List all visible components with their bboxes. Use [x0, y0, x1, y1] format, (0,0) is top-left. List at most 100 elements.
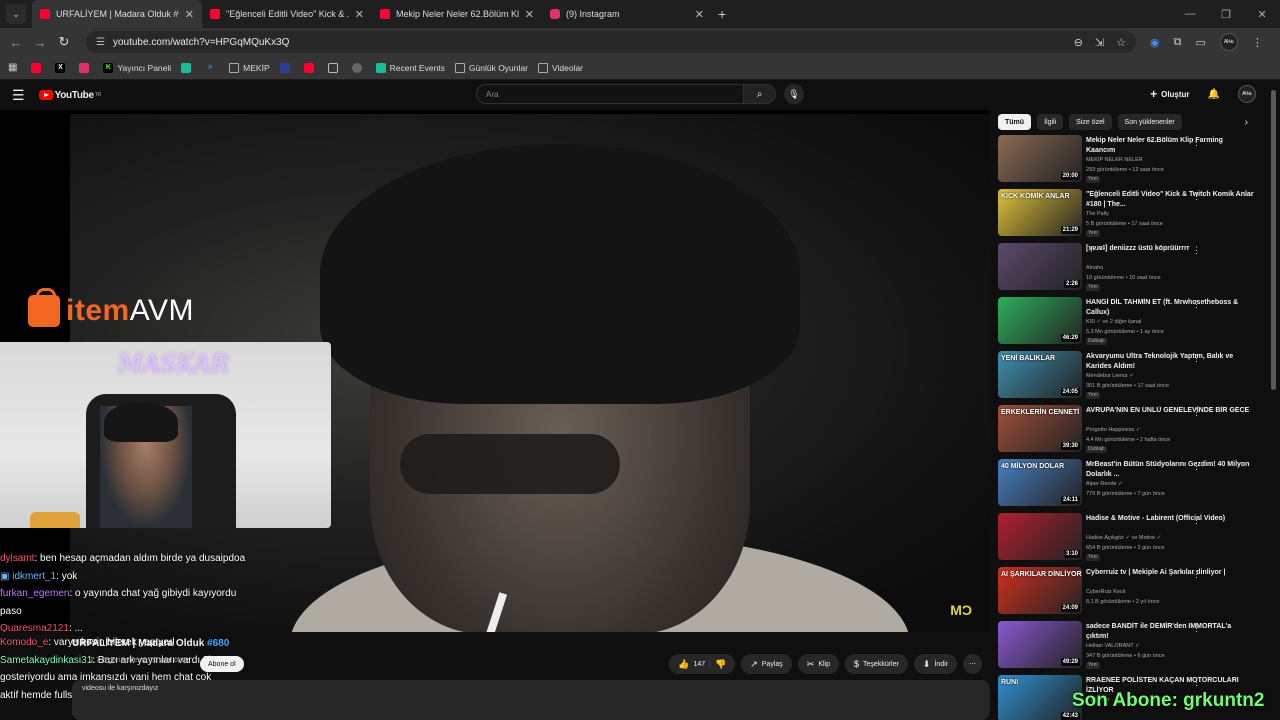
site-info-icon[interactable]: ☰ — [96, 37, 105, 48]
bookmark-item[interactable]: Recent Events — [375, 62, 445, 73]
more-options-icon[interactable]: ⋮ — [1192, 461, 1201, 472]
profile-avatar[interactable]: Al№ — [1219, 33, 1238, 51]
bookmark-item[interactable] — [279, 62, 294, 73]
recommended-title[interactable]: Mekip Neler Neler 62.Bölüm Klip Farming … — [1086, 136, 1254, 155]
bookmark-item[interactable] — [327, 62, 342, 73]
video-player[interactable]: item AVM MASKAR dylsamt: ben hesap açmad… — [0, 110, 990, 632]
bookmark-item[interactable]: Günlük Oyunlar — [454, 62, 528, 73]
video-thumbnail[interactable]: KICK KOMİK ANLAR 21:29 — [998, 189, 1082, 236]
share-button[interactable]: ↗ Paylaş — [741, 654, 792, 674]
more-options-icon[interactable]: ⋮ — [1192, 515, 1201, 526]
recommended-title[interactable]: HANGİ DİL TAHMİN ET (ft. Mrwhosetheboss … — [1086, 298, 1254, 317]
recommended-title[interactable]: MrBeast'in Bütün Stüdyolarını Gezdim! 40… — [1086, 460, 1254, 479]
video-thumbnail[interactable]: AI ŞARKILAR DİNLİYOR 24:09 — [998, 567, 1082, 614]
more-actions-button[interactable]: ⋯ — [963, 654, 982, 674]
video-thumbnail[interactable]: 49:29 — [998, 621, 1082, 668]
recommended-video[interactable]: 3:10 Hadise & Motive - Labirent (Official… — [998, 513, 1268, 563]
bookmark-item[interactable] — [351, 62, 366, 73]
tab-search-button[interactable]: ⌄ — [6, 4, 26, 24]
description-box[interactable]: videosu ile karşınızdayız — [72, 680, 990, 720]
bookmark-item[interactable]: MEKİP — [229, 62, 270, 73]
back-icon[interactable]: ← — [4, 35, 28, 50]
recommended-channel[interactable]: Alper Rende ✓ — [1086, 480, 1254, 490]
chip-all[interactable]: Tümü — [998, 114, 1032, 130]
recommended-channel[interactable]: Progetto Happiness ✓ — [1086, 426, 1254, 436]
search-button[interactable]: ⌕ — [744, 84, 776, 104]
bookmark-item[interactable]: Videolar — [537, 62, 583, 73]
more-options-icon[interactable]: ⋮ — [1192, 299, 1201, 310]
new-tab-button[interactable]: + — [718, 6, 726, 22]
close-icon[interactable]: ✕ — [355, 8, 364, 21]
profile-avatar[interactable]: Al№ — [1238, 85, 1256, 103]
address-bar[interactable]: ☰ youtube.com/watch?v=HPGqMQuKx3Q ⊖ ⇲ ☆ — [86, 31, 1136, 53]
more-options-icon[interactable]: ⋮ — [1192, 407, 1201, 418]
video-thumbnail[interactable]: 3:10 — [998, 513, 1082, 560]
page-scrollbar[interactable] — [1271, 90, 1276, 390]
more-options-icon[interactable]: ⋮ — [1192, 353, 1201, 364]
youtube-logo[interactable]: YouTube TR — [38, 90, 101, 101]
video-thumbnail[interactable]: 20:00 — [998, 135, 1082, 182]
recommended-video[interactable]: AI ŞARKILAR DİNLİYOR 24:09 Cyberruiz tv | … — [998, 567, 1268, 617]
more-options-icon[interactable]: ⋮ — [1192, 245, 1201, 256]
recommended-title[interactable]: [ʞɐɹɐʇ] deniizzz üstü köprüürrrr — [1086, 244, 1254, 254]
recommended-title[interactable]: sadece BANDİT ile DEMİR'den IMMORTAL'a ç… — [1086, 622, 1254, 641]
recommended-channel[interactable]: KSI ✓ ve 2 diğer kanal — [1086, 318, 1254, 328]
browser-tab[interactable]: "Eğlenceli Editli Video" Kick & ... ✕ — [202, 0, 372, 28]
recommended-channel[interactable]: Hellian VALORANT ✓ — [1086, 642, 1254, 652]
bookmark-item[interactable]: K Yayıncı Paneli — [103, 62, 171, 73]
bookmark-item[interactable] — [31, 62, 45, 73]
recommended-video[interactable]: 2:26 [ʞɐɹɐʇ] deniizzz üstü köprüürrrr Alna… — [998, 243, 1268, 293]
close-icon[interactable]: ✕ — [185, 8, 194, 21]
recommended-video[interactable]: 49:29 sadece BANDİT ile DEMİR'den IMMORTA… — [998, 621, 1268, 671]
recommended-video[interactable]: ERKEKLERİN CENNETİ 39:30 AVRUPA'NIN EN ÜNL… — [998, 405, 1268, 455]
recommended-video[interactable]: 40 MİLYON DOLAR 24:11 MrBeast'in Bütün Stü… — [998, 459, 1268, 509]
recommended-video[interactable]: 46:29 HANGİ DİL TAHMİN ET (ft. Mrwhosethe… — [998, 297, 1268, 347]
clip-button[interactable]: ✂ Klip — [797, 654, 840, 674]
search-input[interactable]: Ara — [476, 84, 744, 104]
subscribe-button[interactable]: Abone ol — [200, 656, 244, 672]
notifications-bell-icon[interactable]: 🔔 — [1208, 89, 1220, 100]
chip-related[interactable]: İlgili — [1037, 114, 1064, 130]
apps-grid-icon[interactable]: ▦ — [8, 62, 17, 73]
like-button[interactable]: 👍 147 | 👎 — [669, 654, 736, 674]
menu-dots-icon[interactable]: ⋮ — [1252, 36, 1263, 49]
more-options-icon[interactable]: ⋮ — [1192, 677, 1201, 688]
video-hashtag[interactable]: #680 — [207, 638, 229, 649]
recommended-video[interactable]: YENİ BALIKLAR 24:05 Akvaryumu Ultra Teknol… — [998, 351, 1268, 401]
bookmark-item[interactable]: X — [55, 62, 69, 73]
sidebar-icon[interactable]: ▭ — [1195, 36, 1205, 49]
close-icon[interactable]: ✕ — [525, 8, 534, 21]
recommended-channel[interactable]: The Pally — [1086, 210, 1254, 220]
video-thumbnail[interactable]: 2:26 — [998, 243, 1082, 290]
bookmark-item[interactable] — [303, 62, 318, 73]
recommended-video[interactable]: 20:00 Mekip Neler Neler 62.Bölüm Klip Far… — [998, 135, 1268, 185]
reload-icon[interactable]: ↻ — [52, 34, 76, 50]
recommended-video[interactable]: KICK KOMİK ANLAR 21:29 "Eğlenceli Editli V… — [998, 189, 1268, 239]
bookmark-item[interactable] — [181, 62, 195, 73]
extension-icon[interactable]: ◉ — [1150, 36, 1160, 49]
recommended-channel[interactable]: CyberRuiz Kesit — [1086, 588, 1254, 598]
close-window-icon[interactable]: ✕ — [1244, 8, 1280, 21]
recommended-title[interactable]: Cyberruiz tv | Mekiple Ai Şarkılar dinli… — [1086, 568, 1254, 578]
video-thumbnail[interactable]: 40 MİLYON DOLAR 24:11 — [998, 459, 1082, 506]
bookmark-item[interactable] — [79, 62, 93, 73]
video-thumbnail[interactable]: ERKEKLERİN CENNETİ 39:30 — [998, 405, 1082, 452]
recommended-title[interactable]: AVRUPA'NIN EN ÜNLÜ GENELEVİNDE BİR GECE — [1086, 406, 1254, 416]
chip-recent[interactable]: Son yüklenenler — [1117, 114, 1182, 130]
more-options-icon[interactable]: ⋮ — [1192, 137, 1201, 148]
thumbs-down-icon[interactable]: 👎 — [715, 659, 726, 670]
video-thumbnail[interactable]: RUN! 42:43 — [998, 675, 1082, 720]
download-button[interactable]: ⬇ İndir — [913, 654, 957, 674]
recommended-title[interactable]: Akvaryumu Ultra Teknolojik Yaptım, Balık… — [1086, 352, 1254, 371]
chevron-right-icon[interactable]: › — [1245, 117, 1248, 128]
forward-icon[interactable]: → — [28, 35, 52, 50]
close-icon[interactable]: ✕ — [695, 8, 704, 21]
recommended-title[interactable]: "Eğlenceli Editli Video" Kick & Twitch K… — [1086, 190, 1254, 209]
create-button[interactable]: + Oluştur — [1150, 87, 1189, 101]
extensions-puzzle-icon[interactable]: ⧉ — [1174, 36, 1182, 49]
more-options-icon[interactable]: ⋮ — [1192, 569, 1201, 580]
recommended-channel[interactable]: MEKİP NELER NELER — [1086, 156, 1254, 166]
chip-for-you[interactable]: Size özel — [1069, 114, 1112, 130]
voice-search-button[interactable]: 🎙 — [784, 84, 804, 104]
minimize-icon[interactable]: — — [1172, 8, 1208, 20]
